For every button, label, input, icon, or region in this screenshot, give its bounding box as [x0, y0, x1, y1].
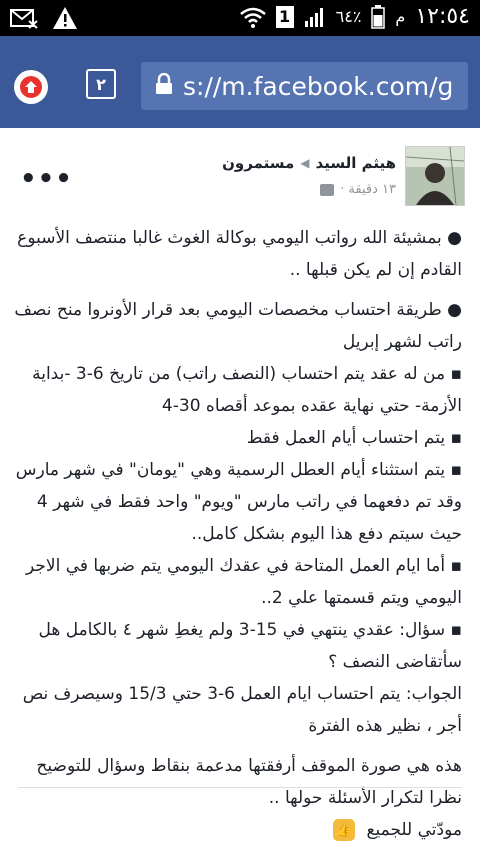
post-header: هيثم السيد ◀ مستمرون — [222, 154, 396, 172]
author-name[interactable]: هيثم السيد — [316, 154, 396, 172]
post-timestamp[interactable]: ١٣ دقيقة · — [340, 182, 396, 197]
tab-switcher-button[interactable]: ٢ — [86, 69, 116, 99]
signal-icon — [304, 6, 326, 28]
post-meta: ١٣ دقيقة · — [320, 182, 396, 197]
post-body: ● بمشيئة الله رواتب اليومي بوكالة الغوث … — [14, 222, 462, 846]
more-options-icon[interactable]: ••• — [20, 164, 73, 194]
paragraph-1: ● بمشيئة الله رواتب اليومي بوكالة الغوث … — [17, 228, 462, 280]
divider — [18, 787, 462, 788]
audience-group-icon — [320, 183, 335, 196]
paragraph-4: ▪ يتم احتساب أيام العمل فقط — [246, 428, 462, 448]
paragraph-9: هذه هي صورة الموقف أرفقتها مدعمة بنقاط و… — [36, 756, 462, 808]
warning-icon — [52, 6, 78, 30]
status-bar: 1 ٦٤٪ م ١٢:٥٤ — [0, 0, 480, 36]
paragraph-2: ● طريقة احتساب مخصصات اليومي بعد قرار ال… — [14, 300, 462, 352]
battery-icon — [371, 4, 386, 29]
home-icon — [20, 76, 42, 98]
group-name[interactable]: مستمرون — [222, 154, 294, 172]
browser-toolbar: ٢ s://m.facebook.com/ɡ — [0, 36, 480, 128]
avatar[interactable] — [405, 146, 465, 206]
lock-icon — [155, 72, 173, 99]
post-card: ••• هيثم السيد ◀ مستمرون ١٣ دقيقة · ● بم… — [0, 128, 480, 841]
clock-time: ١٢:٥٤ — [415, 4, 470, 29]
paragraph-5: ▪ يتم استثناء أيام العطل الرسمية وهي "يو… — [15, 460, 462, 544]
wifi-icon — [239, 6, 266, 28]
url-bar[interactable]: s://m.facebook.com/ɡ — [141, 62, 468, 110]
paragraph-8: الجواب: يتم احتساب ايام العمل 6-3 حتي 15… — [22, 684, 462, 736]
home-button[interactable] — [14, 70, 48, 104]
thumbs-up-icon: 👍 — [333, 819, 356, 841]
closing-line: مودّتي للجميع 👍 — [14, 814, 462, 846]
notification-mail-icon — [10, 7, 38, 29]
sim-indicator: 1 — [275, 5, 294, 28]
closing-text: مودّتي للجميع — [366, 820, 462, 840]
clock-period: م — [395, 7, 406, 26]
paragraph-3: ▪ من له عقد يتم احتساب (النصف راتب) من ت… — [32, 364, 462, 416]
caret-left-icon: ◀ — [300, 156, 310, 170]
paragraph-7: ▪ سؤال: عقدي ينتهي في 15-3 ولم يغطِ شهر … — [38, 620, 462, 672]
url-text: s://m.facebook.com/ɡ — [183, 71, 454, 101]
paragraph-6: ▪ أما ايام العمل المتاحة في عقدك اليومي … — [25, 556, 462, 608]
battery-percent: ٦٤٪ — [335, 7, 362, 26]
